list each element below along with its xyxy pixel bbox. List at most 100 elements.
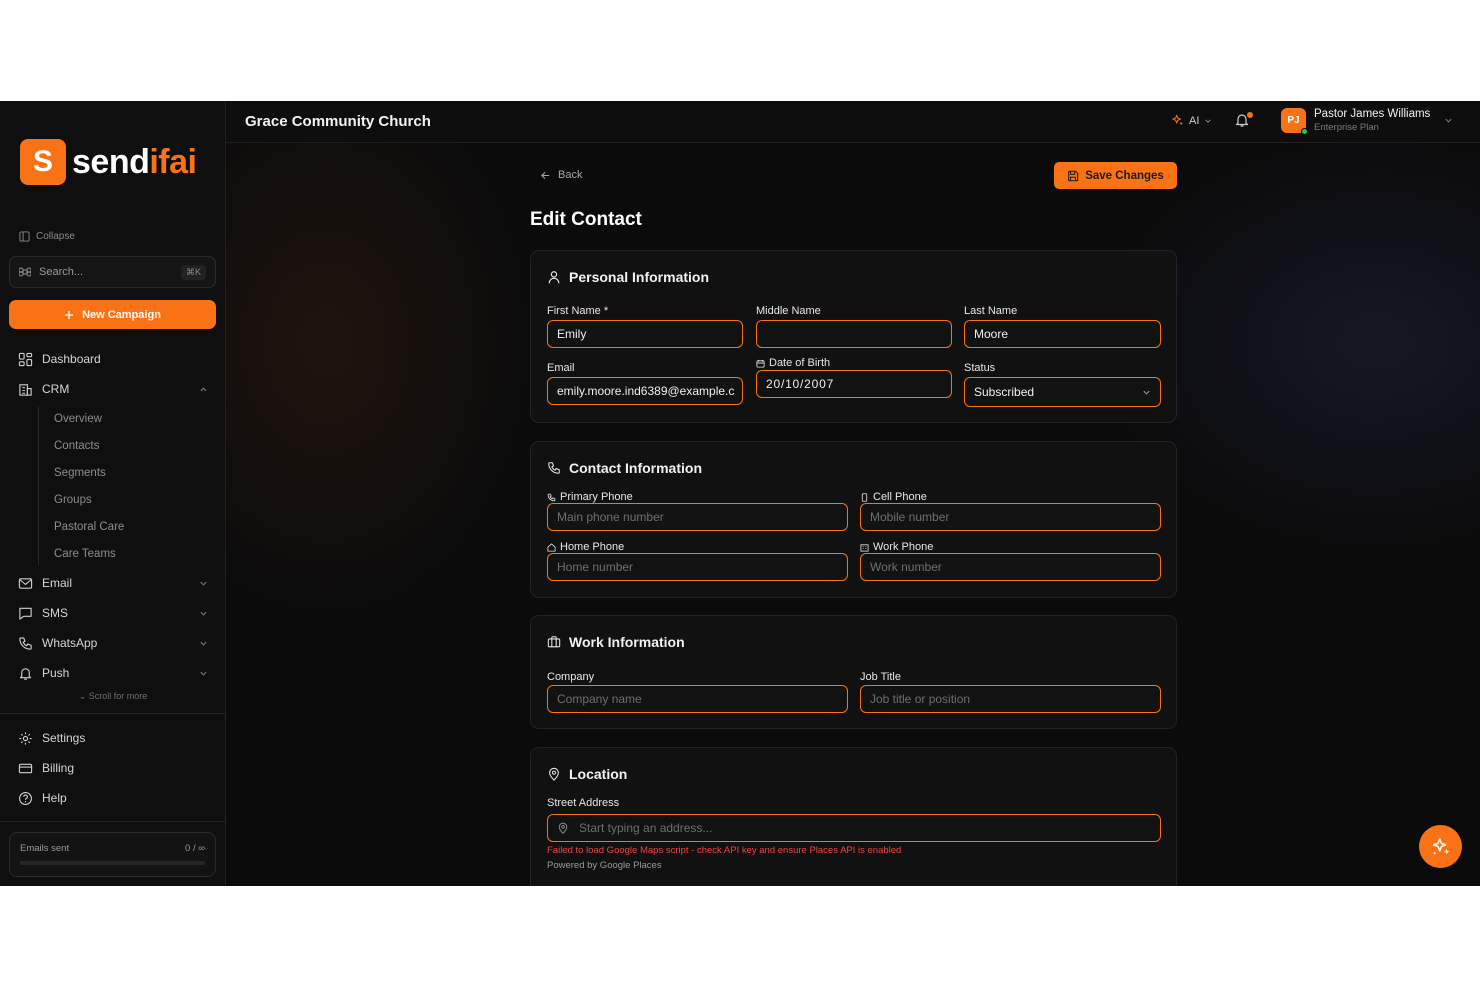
sidebar-item-dashboard[interactable]: Dashboard: [18, 349, 208, 369]
primary-phone-label-text: Primary Phone: [560, 491, 633, 503]
ai-menu-button[interactable]: AI: [1171, 114, 1212, 127]
back-label: Back: [558, 169, 583, 181]
sidebar-subitem-segments[interactable]: Segments: [54, 467, 106, 479]
sidebar-subitem-overview[interactable]: Overview: [54, 413, 102, 425]
save-label: Save Changes: [1085, 169, 1164, 182]
sidebar-item-label: Push: [42, 666, 70, 680]
date-of-birth-label-text: Date of Birth: [769, 357, 831, 369]
chevron-down-icon: [199, 669, 208, 678]
sidebar-subitem-care-teams[interactable]: Care Teams: [54, 548, 116, 560]
sidebar-subitem-pastoral-care[interactable]: Pastoral Care: [54, 521, 124, 533]
top-header: Grace Community Church AI PJ Pastor Jame…: [226, 101, 1480, 143]
emails-sent-progress: [20, 861, 205, 865]
sidebar-item-label: CRM: [42, 382, 70, 396]
email-field[interactable]: emily.moore.ind6389@example.c: [547, 377, 743, 405]
page-title: Edit Contact: [530, 209, 642, 230]
card-title: Contact Information: [547, 460, 702, 476]
sidebar-toggle-icon: [19, 231, 30, 242]
chevron-down-icon: [199, 609, 208, 618]
last-name-field[interactable]: Moore: [964, 320, 1161, 348]
first-name-field[interactable]: Emily: [547, 320, 743, 348]
sidebar-item-label: Help: [42, 791, 67, 805]
scroll-more-label: Scroll for more: [88, 691, 148, 701]
home-phone-field[interactable]: Home number: [547, 553, 848, 581]
user-name: Pastor James Williams: [1314, 108, 1431, 120]
sparkles-icon: [1171, 114, 1184, 127]
notifications-button[interactable]: [1234, 112, 1253, 130]
dashboard-icon: [18, 352, 33, 367]
user-icon: [547, 270, 561, 284]
save-icon: [1067, 170, 1079, 182]
ai-assistant-button[interactable]: [1419, 825, 1462, 868]
sidebar-item-billing[interactable]: Billing: [18, 758, 208, 778]
command-icon: [19, 266, 31, 278]
sidebar-item-push[interactable]: Push: [18, 663, 208, 683]
gear-icon: [18, 731, 33, 746]
smartphone-icon: [860, 492, 869, 502]
phone-icon: [547, 493, 556, 502]
card-title-text: Work Information: [569, 634, 685, 650]
card-title: Personal Information: [547, 269, 709, 285]
chevron-down-icon: [199, 579, 208, 588]
user-plan: Enterprise Plan: [1314, 122, 1379, 133]
chevron-down-icon: [1204, 117, 1212, 125]
phone-icon: [547, 461, 561, 475]
status-select-value: Subscribed: [974, 385, 1035, 399]
new-campaign-label: New Campaign: [82, 308, 161, 321]
sidebar-item-whatsapp[interactable]: WhatsApp: [18, 633, 208, 653]
middle-name-field[interactable]: [756, 320, 952, 348]
work-information-card: Work Information Company Company name Jo…: [530, 615, 1177, 729]
building-icon: [860, 543, 869, 552]
work-phone-field[interactable]: Work number: [860, 553, 1161, 581]
plus-icon: [64, 310, 74, 320]
middle-name-label: Middle Name: [756, 305, 821, 317]
brand-logo[interactable]: S sendifai: [20, 139, 197, 185]
new-campaign-button[interactable]: New Campaign: [9, 300, 216, 329]
save-changes-button[interactable]: Save Changes: [1054, 162, 1177, 189]
sidebar-item-label: Email: [42, 576, 73, 590]
card-title: Work Information: [547, 634, 685, 650]
chevron-down-icon: [1142, 388, 1151, 397]
sidebar-subitem-contacts[interactable]: Contacts: [54, 440, 99, 452]
user-menu[interactable]: PJ Pastor James Williams Enterprise Plan: [1281, 108, 1453, 135]
sidebar: S sendifai Collapse Search... ⌘K New Cam…: [0, 101, 226, 886]
sidebar-divider: [0, 821, 226, 822]
status-label: Status: [964, 362, 996, 374]
personal-information-card: Personal Information First Name * Emily …: [530, 250, 1177, 423]
mail-icon: [18, 576, 33, 591]
company-label: Company: [547, 671, 595, 683]
sidebar-item-sms[interactable]: SMS: [18, 603, 208, 623]
collapse-label: Collapse: [36, 231, 75, 242]
search-shortcut: ⌘K: [180, 264, 206, 280]
street-address-field[interactable]: Start typing an address...: [547, 814, 1161, 842]
primary-phone-label: Primary Phone: [547, 491, 633, 503]
maps-error-message: Failed to load Google Maps script - chec…: [547, 845, 902, 856]
collapse-button[interactable]: Collapse: [19, 231, 75, 242]
contact-information-card: Contact Information Primary Phone Main p…: [530, 441, 1177, 598]
sidebar-subitem-groups[interactable]: Groups: [54, 494, 92, 506]
company-field[interactable]: Company name: [547, 685, 848, 713]
chevron-down-icon: ⌄: [78, 691, 87, 701]
sidebar-item-crm[interactable]: CRM: [18, 379, 208, 399]
phone-icon: [18, 636, 33, 651]
date-of-birth-field[interactable]: 20/10/2007: [756, 370, 952, 398]
sidebar-item-help[interactable]: Help: [18, 788, 208, 808]
sidebar-item-email[interactable]: Email: [18, 573, 208, 593]
sidebar-item-label: Billing: [42, 761, 75, 775]
sidebar-item-label: Dashboard: [42, 352, 101, 366]
sidebar-divider: [0, 713, 226, 714]
job-title-label: Job Title: [860, 671, 901, 683]
primary-phone-field[interactable]: Main phone number: [547, 503, 848, 531]
card-title-text: Location: [569, 766, 628, 782]
cell-phone-field[interactable]: Mobile number: [860, 503, 1161, 531]
sidebar-item-settings[interactable]: Settings: [18, 728, 208, 748]
ai-label: AI: [1189, 114, 1200, 127]
sidebar-item-label: WhatsApp: [42, 636, 98, 650]
status-select[interactable]: Subscribed: [964, 377, 1161, 407]
back-button[interactable]: Back: [540, 169, 582, 181]
search-input[interactable]: Search... ⌘K: [9, 256, 216, 288]
calendar-icon: [756, 359, 765, 368]
organization-name: Grace Community Church: [245, 113, 431, 130]
job-title-field[interactable]: Job title or position: [860, 685, 1161, 713]
location-card: Location Street Address Start typing an …: [530, 747, 1177, 886]
